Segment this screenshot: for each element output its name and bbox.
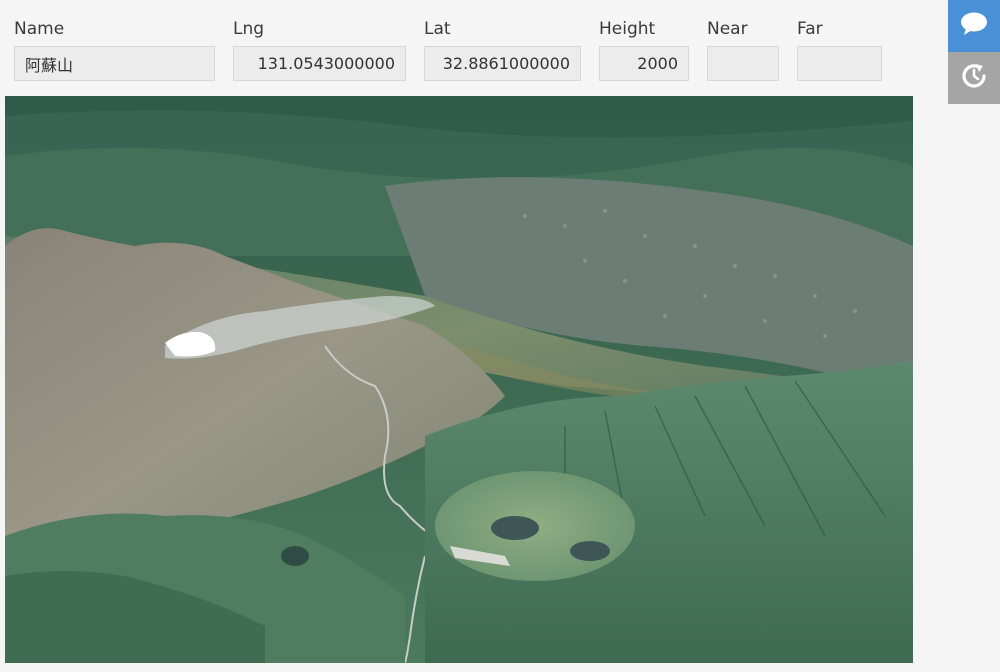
near-field[interactable]	[707, 46, 779, 81]
terrain-map-view[interactable]	[5, 96, 913, 663]
lat-field[interactable]	[424, 46, 581, 81]
refresh-clock-icon	[959, 61, 989, 95]
refresh-button[interactable]	[948, 52, 1000, 104]
chat-button[interactable]	[948, 0, 1000, 52]
height-label: Height	[599, 19, 656, 39]
far-label: Far	[797, 19, 823, 39]
speech-bubble-icon	[959, 11, 989, 41]
terrain-render	[5, 96, 913, 663]
height-field[interactable]	[599, 46, 689, 81]
far-field[interactable]	[797, 46, 882, 81]
near-label: Near	[707, 19, 748, 39]
lat-label: Lat	[424, 19, 451, 39]
lng-label: Lng	[233, 19, 265, 39]
name-label: Name	[14, 19, 65, 39]
lng-field[interactable]	[233, 46, 406, 81]
name-field[interactable]	[14, 46, 215, 81]
